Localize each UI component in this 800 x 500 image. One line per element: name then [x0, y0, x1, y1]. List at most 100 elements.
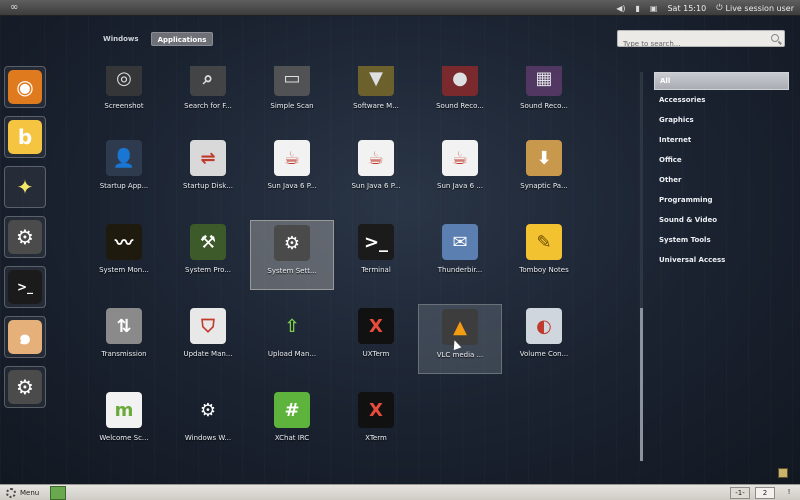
category-graphics[interactable]: Graphics	[654, 110, 789, 130]
app-item[interactable]: ⌕ Search for F...	[166, 66, 250, 126]
upload-icon: ⇧	[284, 315, 300, 337]
app-item[interactable]: m Welcome Sc...	[82, 388, 166, 458]
app-label: XChat IRC	[274, 434, 310, 442]
software-manager-icon: ▼	[358, 66, 394, 96]
app-label: VLC media ...	[436, 351, 484, 359]
category-internet[interactable]: Internet	[654, 130, 789, 150]
category-office[interactable]: Office	[654, 150, 789, 170]
search-input[interactable]	[618, 36, 763, 52]
app-item[interactable]: ☕ Sun Java 6 P...	[334, 136, 418, 206]
system-settings-icon: ⚙	[274, 225, 310, 261]
network-icon[interactable]: ▣	[650, 4, 658, 13]
xterm-icon: X	[358, 308, 394, 344]
terminal-icon: >_	[358, 224, 394, 260]
favorite-6[interactable]: ⚙	[4, 366, 46, 408]
app-item[interactable]: ⚒ System Pro...	[166, 220, 250, 290]
app-item[interactable]: ⇧ Upload Man...	[250, 304, 334, 374]
app-item[interactable]: ⬇ Synaptic Pa...	[502, 136, 586, 206]
vlc-icon: ▲	[442, 309, 478, 345]
control-center-app-icon: ⚙	[8, 370, 42, 404]
user-label: Live session user	[725, 3, 794, 13]
battery-icon[interactable]: ▮	[636, 4, 640, 13]
app-item[interactable]: ⇌ Startup Disk...	[166, 136, 250, 206]
clock[interactable]: Sat 15:10	[667, 4, 706, 13]
workspace-1[interactable]: -1-	[730, 487, 750, 499]
scrollbar-thumb[interactable]	[640, 308, 643, 461]
category-all[interactable]: All	[654, 72, 789, 90]
app-item[interactable]: ◎ Screenshot	[82, 66, 166, 126]
app-item[interactable]: 〰 System Mon...	[82, 220, 166, 290]
favorite-0[interactable]: ◉	[4, 66, 46, 108]
search-icon[interactable]	[771, 34, 779, 42]
favorite-2[interactable]: ✦	[4, 166, 46, 208]
app-item[interactable]: ⚙ Windows W...	[166, 388, 250, 458]
user-menu[interactable]: ⏻ Live session user	[716, 3, 794, 13]
app-item[interactable]: ⛉ Update Man...	[166, 304, 250, 374]
app-label: System Mon...	[99, 266, 149, 274]
applications-scrollbar[interactable]	[640, 72, 643, 461]
app-label: System Sett...	[267, 267, 317, 275]
settings-app-icon: ⚙	[8, 220, 42, 254]
app-label: Sun Java 6 P...	[351, 182, 401, 190]
app-item[interactable]: ▭ Simple Scan	[250, 66, 334, 126]
app-label: Transmission	[101, 350, 147, 358]
app-item[interactable]: ⚙ System Sett...	[250, 220, 334, 290]
app-item[interactable]: 👤 Startup App...	[82, 136, 166, 206]
category-other[interactable]: Other	[654, 170, 789, 190]
app-item[interactable]: ▼ Software M...	[334, 66, 418, 126]
favorite-5[interactable]: ๑	[4, 316, 46, 358]
tab-applications[interactable]: Applications	[150, 32, 214, 46]
favorite-1[interactable]: b	[4, 116, 46, 158]
app-label: System Pro...	[185, 266, 231, 274]
app-label: Thunderbir...	[437, 266, 483, 274]
app-item[interactable]: ▲ VLC media ...	[418, 304, 502, 374]
show-desktop-icon[interactable]	[778, 468, 788, 478]
app-item[interactable]: ✎ Tomboy Notes	[502, 220, 586, 290]
terminal-app-icon: >_	[8, 270, 42, 304]
tab-windows[interactable]: Windows	[97, 32, 145, 46]
package-icon: ⬇	[526, 140, 562, 176]
search-box[interactable]	[617, 30, 785, 52]
app-item[interactable]: # XChat IRC	[250, 388, 334, 458]
app-item[interactable]: ☕ Sun Java 6 ...	[418, 136, 502, 206]
app-item[interactable]: X XTerm	[334, 388, 418, 458]
category-accessories[interactable]: Accessories	[654, 90, 789, 110]
app-label: Startup App...	[99, 182, 149, 190]
power-icon: ⏻	[716, 3, 723, 12]
scanner-icon: ▭	[274, 66, 310, 96]
bottom-panel: Menu -1- 2 !	[0, 484, 800, 500]
favorite-4[interactable]: >_	[4, 266, 46, 308]
menu-button[interactable]: Menu	[6, 486, 39, 500]
menu-gear-icon	[6, 488, 16, 498]
system-tray: ◀) ▮ ▣ Sat 15:10 ⏻ Live session user	[616, 0, 794, 16]
search-files-icon: ⌕	[190, 66, 226, 96]
microphone-icon: ●	[442, 66, 478, 96]
top-panel: ∞ ◀) ▮ ▣ Sat 15:10 ⏻ Live session user	[0, 0, 800, 16]
category-system-tools[interactable]: System Tools	[654, 230, 789, 250]
workspace-2[interactable]: 2	[755, 487, 775, 499]
workspace-3[interactable]: !	[783, 487, 795, 499]
app-item[interactable]: ▦ Sound Reco...	[502, 66, 586, 126]
app-item[interactable]: ✉ Thunderbir...	[418, 220, 502, 290]
category-sound-video[interactable]: Sound & Video	[654, 210, 789, 230]
app-item[interactable]: ● Sound Reco...	[418, 66, 502, 126]
app-item[interactable]: >_ Terminal	[334, 220, 418, 290]
category-universal-access[interactable]: Universal Access	[654, 250, 789, 270]
category-programming[interactable]: Programming	[654, 190, 789, 210]
panel-launcher-icon[interactable]	[50, 486, 66, 500]
volume-icon[interactable]: ◀)	[616, 4, 625, 13]
app-label: Tomboy Notes	[519, 266, 569, 274]
app-item[interactable]: ☕ Sun Java 6 P...	[250, 136, 334, 206]
b-app-icon: b	[8, 120, 42, 154]
usb-drive-icon: ⇌	[190, 140, 226, 176]
app-label: Upload Man...	[267, 350, 317, 358]
app-label: XTerm	[365, 434, 387, 442]
mint-logo-icon[interactable]: ∞	[10, 2, 24, 14]
app-item[interactable]: ⇅ Transmission	[82, 304, 166, 374]
mint-welcome-icon: m	[106, 392, 142, 428]
app-label: Terminal	[361, 266, 391, 274]
favorite-3[interactable]: ⚙	[4, 216, 46, 258]
app-label: Screenshot	[104, 102, 144, 110]
app-item[interactable]: ◐ Volume Con...	[502, 304, 586, 374]
app-item[interactable]: X UXTerm	[334, 304, 418, 374]
